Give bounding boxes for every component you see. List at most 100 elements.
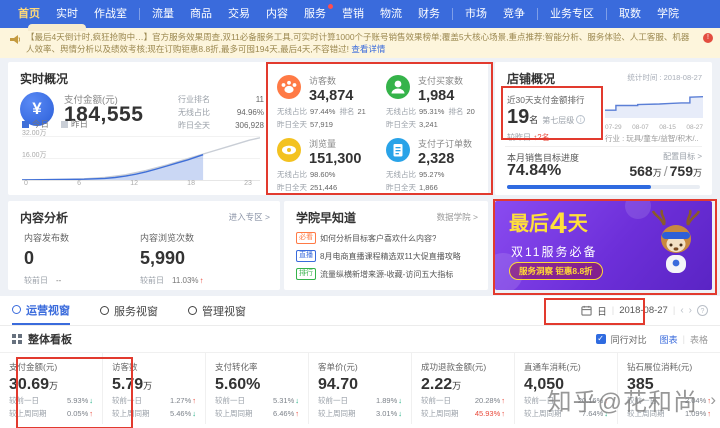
nav-item-competition[interactable]: 竞争 (495, 0, 533, 28)
content-publish-label: 内容发布数 (24, 233, 70, 243)
table-view-link[interactable]: 表格 (690, 333, 708, 346)
notice-alert-icon[interactable]: ! (703, 33, 713, 43)
nav-item-data-fetch[interactable]: 取数 (611, 0, 649, 28)
date-value[interactable]: 2018-08-27 (619, 305, 668, 316)
nav-item-market[interactable]: 市场 (457, 0, 495, 28)
tab-service-view[interactable]: 服务视窗 (100, 296, 158, 325)
visitor-paw-icon (277, 75, 301, 99)
goal-values: 568万/759万 (629, 163, 702, 179)
nav-item-academy[interactable]: 学院 (649, 0, 687, 28)
tab-label: 服务视窗 (114, 305, 158, 318)
tab-management-view[interactable]: 管理视窗 (188, 296, 246, 325)
nav-divider (606, 8, 607, 20)
ranking-tag: 排行 (296, 268, 316, 280)
help-icon[interactable]: ? (697, 305, 708, 316)
next-date-icon[interactable]: › (689, 305, 692, 316)
kpi-title: 客单价(元) (318, 362, 358, 372)
rank-30d-label: 近30天支付金额排行 (507, 95, 585, 105)
configure-goal-link[interactable]: 配置目标 > (663, 151, 702, 162)
goal-achieved-unit: 万 (652, 168, 662, 178)
pageviews-yesterday-line: 昨日全天 251,446 (277, 183, 338, 192)
academy-item[interactable]: 排行 流量纵横新增来源-收藏-访问五大指标 (296, 268, 480, 280)
kpi-day-stat: 较前一日 2.04% (627, 394, 711, 407)
kpi-day-stat: 较前一日 20.16% (524, 394, 608, 407)
calendar-icon (581, 305, 592, 316)
content-view-metric: 内容浏览次数 5,990 较前日 11.03% (140, 231, 204, 286)
peer-compare-checkbox[interactable]: ✓ (595, 334, 606, 344)
legend-yesterday: 昨日 (61, 118, 88, 130)
x-tick: 6 (77, 180, 81, 187)
metric-card-visitors[interactable]: 访客数 34,874 无线占比 97.44% 排名 21 昨日全天 57,919 (267, 67, 376, 130)
kpi-day-stat: 较前一日 20.28% (421, 394, 505, 407)
kpi-title: 钻石展位消耗(元) (627, 362, 693, 372)
kpi-week-stat: 较上周同期 3.01% (318, 407, 402, 420)
academy-item-text: 8月电商直播课程精选双11大促直播攻略 (320, 251, 461, 261)
x-tick: 0 (24, 180, 28, 187)
nav-item-logistics[interactable]: 物流 (372, 0, 410, 28)
info-icon[interactable]: i (576, 115, 586, 124)
kpi-card-avg-order[interactable]: 客单价(元) 94.70 较前一日1.89% 较上周同期3.01% (308, 353, 411, 424)
overall-board-row: 整体看板 ✓ 同行对比 图表 | 表格 (0, 326, 720, 352)
nav-item-finance[interactable]: 财务 (410, 0, 448, 28)
academy-item[interactable]: 直播 8月电商直播课程精选双11大促直播攻略 (296, 250, 480, 262)
yesterday-total-label: 昨日全天 (178, 121, 210, 130)
x-tick: 23 (244, 180, 252, 187)
tab-operations-view[interactable]: 运营视窗 (12, 296, 70, 325)
visitors-value: 34,874 (309, 88, 354, 104)
kpi-card-payment[interactable]: 支付金额(元) 30.69万 较前一日5.93% 较上周同期0.05% (0, 353, 102, 424)
legend-today-swatch (22, 121, 29, 128)
kpi-card-conversion[interactable]: 支付转化率 5.60% 较前一日5.31% 较上周同期6.46% (205, 353, 308, 424)
carousel-next-icon[interactable]: › (710, 390, 716, 410)
x-axis-ticks: 0 6 12 18 23 (24, 180, 252, 187)
top-nav: 首页 实时 作战室 流量 商品 交易 内容 服务 营销 物流 财务 市场 竞争 … (0, 0, 720, 28)
buyer-person-icon (386, 75, 410, 99)
rank-trend-box: 07-29 08-07 08-15 08-27 行业 : 玩具/童车/益智/积木… (605, 92, 704, 144)
academy-panel: 学院早知道 数据学院 > 必看 如何分析目标客户喜欢什么内容? 直播 8月电商直… (284, 201, 488, 290)
realtime-trend-chart[interactable] (22, 136, 260, 180)
nav-item-goods[interactable]: 商品 (182, 0, 220, 28)
kpi-value: 385 (627, 376, 654, 393)
content-view-value: 5,990 (140, 248, 186, 268)
academy-panel-title: 学院早知道 (296, 211, 357, 225)
nav-item-content[interactable]: 内容 (258, 0, 296, 28)
metric-card-buyers[interactable]: 支付买家数 1,984 无线占比 95.31% 排名 20 昨日全天 3,241 (376, 67, 485, 130)
management-tab-icon (188, 306, 197, 315)
metric-card-pageviews[interactable]: 浏览量 151,300 无线占比 98.60% 昨日全天 251,446 (267, 130, 376, 193)
nav-item-warroom[interactable]: 作战室 (86, 0, 135, 28)
wireless-share-value: 94.96% (236, 108, 264, 117)
rank-trend-chart[interactable] (605, 92, 704, 118)
academy-item-text: 流量纵横新增来源-收藏-访问五大指标 (320, 269, 454, 279)
metric-card-suborders[interactable]: 支付子订单数 2,328 无线占比 95.27% 昨日全天 1,866 (376, 130, 485, 193)
realtime-panel-title: 实时概况 (20, 72, 69, 86)
double11-promo-banner[interactable]: 最后4天 双11服务必备 服务洞察 钜惠8.8折 (495, 201, 712, 290)
wireless-share-label: 无线占比 (178, 108, 210, 117)
academy-link[interactable]: 数据学院 > (437, 211, 478, 223)
visitors-wireless-line: 无线占比 97.44% 排名 21 (277, 107, 366, 116)
date-mode[interactable]: 日 (597, 304, 607, 318)
kpi-card-refund[interactable]: 成功退款金额(元) 2.22万 较前一日20.28% 较上周同期45.93% (411, 353, 514, 424)
chart-view-link[interactable]: 图表 (660, 333, 678, 346)
rank-trend-ticks: 07-29 08-07 08-15 08-27 (605, 124, 703, 131)
kpi-week-stat: 较上周同期 0.05% (9, 407, 93, 420)
nav-item-trade[interactable]: 交易 (220, 0, 258, 28)
nav-item-business-zone[interactable]: 业务专区 (542, 0, 602, 28)
academy-item[interactable]: 必看 如何分析目标客户喜欢什么内容? (296, 232, 480, 244)
notice-detail-link[interactable]: 查看详情 (351, 44, 385, 54)
rank-compare-value: 2名 (537, 133, 550, 142)
kpi-card-visitors[interactable]: 访客数 5.79万 较前一日1.27% 较上周同期5.46% (102, 353, 205, 424)
nav-item-marketing[interactable]: 营销 (334, 0, 372, 28)
notification-dot (328, 4, 333, 9)
service-tab-icon (100, 306, 109, 315)
suborders-yesterday-line: 昨日全天 1,866 (386, 183, 438, 192)
peer-compare-label: 同行对比 (610, 334, 647, 345)
prev-date-icon[interactable]: ‹ (680, 305, 683, 316)
divider: | (672, 305, 676, 316)
content-view-sub: 较前日 11.03% (140, 275, 204, 286)
kpi-card-diamond-spend[interactable]: 钻石展位消耗(元) 385 较前一日2.04% 较上周同期1.09% (617, 353, 720, 424)
kpi-card-ztc-spend[interactable]: 直通车消耗(元) 4,050 较前一日20.16% 较上周同期7.64% (514, 353, 617, 424)
nav-item-service[interactable]: 服务 (296, 0, 334, 28)
nav-item-traffic[interactable]: 流量 (144, 0, 182, 28)
rank-level: 第七层级 (542, 116, 575, 125)
kpi-day-stat: 较前一日 5.31% (215, 394, 299, 407)
enter-zone-link[interactable]: 进入专区 > (229, 211, 270, 223)
